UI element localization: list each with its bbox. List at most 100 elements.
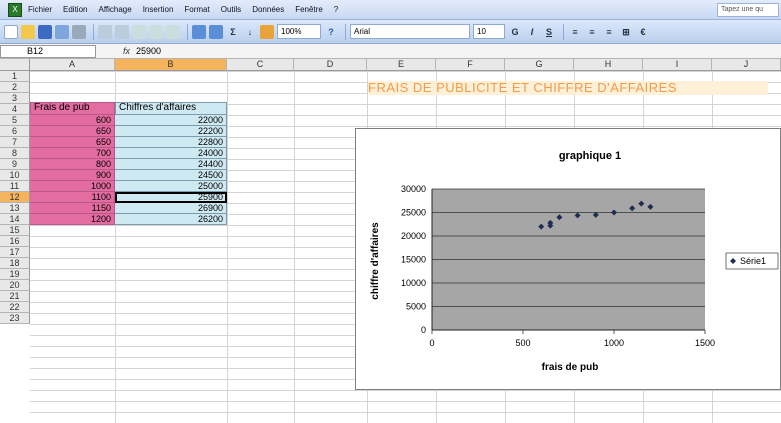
active-cell-b12[interactable]: 25900 xyxy=(115,192,227,203)
column-header-j[interactable]: J xyxy=(712,59,781,71)
cell-frais[interactable]: 1150 xyxy=(30,203,115,214)
excel-app-icon[interactable]: X xyxy=(8,2,22,17)
row-header-selected[interactable]: 12 xyxy=(0,192,30,203)
save-icon[interactable] xyxy=(38,24,52,39)
cell-frais[interactable]: 700 xyxy=(30,148,115,159)
font-size-select[interactable]: 10 xyxy=(473,24,505,39)
menu-help[interactable]: ? xyxy=(334,5,338,14)
row-header[interactable]: 10 xyxy=(0,170,30,181)
row-header[interactable]: 18 xyxy=(0,258,30,269)
cell-chiffre[interactable]: 22200 xyxy=(115,126,227,137)
font-name-select[interactable]: Arial xyxy=(350,24,470,39)
cell-frais[interactable]: 1200 xyxy=(30,214,115,225)
undo-icon[interactable] xyxy=(166,24,180,39)
menu-affichage[interactable]: Affichage xyxy=(98,5,131,14)
column-header-h[interactable]: H xyxy=(574,59,643,71)
copy-icon[interactable] xyxy=(149,24,163,39)
scatter-chart[interactable]: graphique 1 0500010000150002000025000300… xyxy=(356,129,781,391)
merge-center-icon[interactable]: ⊞ xyxy=(619,25,633,39)
column-header-g[interactable]: G xyxy=(505,59,574,71)
zoom-select[interactable]: 100% xyxy=(277,24,321,39)
cell-chiffre[interactable]: 22000 xyxy=(115,115,227,126)
chart-area[interactable]: graphique 1 0 5000 10000 15000 20000 25000 300… xyxy=(355,128,781,390)
sort-icon[interactable]: ↓ xyxy=(243,25,257,39)
cell-chiffre[interactable]: 24000 xyxy=(115,148,227,159)
row-header[interactable]: 13 xyxy=(0,203,30,214)
fx-icon[interactable]: fx xyxy=(96,46,136,56)
row-header[interactable]: 5 xyxy=(0,115,30,126)
row-header[interactable]: 8 xyxy=(0,148,30,159)
currency-icon[interactable]: € xyxy=(636,25,650,39)
cut-icon[interactable] xyxy=(132,24,146,39)
help-icon[interactable]: ? xyxy=(324,25,338,39)
chart-icon[interactable] xyxy=(260,24,274,39)
cell-frais[interactable]: 650 xyxy=(30,137,115,148)
menu-edition[interactable]: Edition xyxy=(63,5,87,14)
column-header-d[interactable]: D xyxy=(294,59,367,71)
align-right-icon[interactable]: ≡ xyxy=(602,25,616,39)
column-header-a[interactable]: A xyxy=(30,59,115,71)
row-header[interactable]: 15 xyxy=(0,225,30,236)
row-header[interactable]: 9 xyxy=(0,159,30,170)
sheet-title-cell[interactable]: FRAIS DE PUBLICITE ET CHIFFRE D'AFFAIRES xyxy=(368,81,768,95)
underline-button[interactable]: S xyxy=(542,25,556,39)
row-header[interactable]: 22 xyxy=(0,302,30,313)
cell-frais[interactable]: 1100 xyxy=(30,192,115,203)
legend[interactable]: Série1 xyxy=(725,252,779,270)
row-header[interactable]: 3 xyxy=(0,93,30,104)
permission-icon[interactable] xyxy=(55,24,69,39)
menu-format[interactable]: Format xyxy=(184,5,209,14)
cell-chiffre[interactable]: 26200 xyxy=(115,214,227,225)
row-header[interactable]: 19 xyxy=(0,269,30,280)
select-all-corner[interactable] xyxy=(0,59,30,71)
autosum-icon[interactable]: Σ xyxy=(226,25,240,39)
row-header[interactable]: 17 xyxy=(0,247,30,258)
email-icon[interactable] xyxy=(72,24,86,39)
menu-outils[interactable]: Outils xyxy=(221,5,241,14)
row-header[interactable]: 6 xyxy=(0,126,30,137)
column-header-e[interactable]: E xyxy=(367,59,436,71)
cell-frais[interactable]: 900 xyxy=(30,170,115,181)
menu-fichier[interactable]: Fichier xyxy=(28,5,52,14)
formula-input[interactable]: 25900 xyxy=(136,46,161,56)
row-header[interactable]: 21 xyxy=(0,291,30,302)
row-header[interactable]: 16 xyxy=(0,236,30,247)
print-preview-icon[interactable] xyxy=(115,24,129,39)
cell-chiffre[interactable]: 24400 xyxy=(115,159,227,170)
header-chiffres-affaires[interactable]: Chiffres d'affaires xyxy=(115,102,227,115)
cell-chiffre[interactable]: 22800 xyxy=(115,137,227,148)
row-header[interactable]: 11 xyxy=(0,181,30,192)
align-left-icon[interactable]: ≡ xyxy=(568,25,582,39)
row-header[interactable]: 2 xyxy=(0,82,30,93)
column-header-f[interactable]: F xyxy=(436,59,505,71)
cell-frais[interactable]: 600 xyxy=(30,115,115,126)
help-search-input[interactable]: Tapez une qu xyxy=(717,3,779,17)
new-document-icon[interactable] xyxy=(4,24,18,39)
align-center-icon[interactable]: ≡ xyxy=(585,25,599,39)
chart-wizard-icon[interactable] xyxy=(209,24,223,39)
menu-insertion[interactable]: Insertion xyxy=(143,5,174,14)
cell-chiffre[interactable]: 24500 xyxy=(115,170,227,181)
header-frais-de-pub[interactable]: Frais de pub xyxy=(30,102,115,115)
cell-frais[interactable]: 800 xyxy=(30,159,115,170)
column-header-i[interactable]: I xyxy=(643,59,712,71)
row-header[interactable]: 14 xyxy=(0,214,30,225)
italic-button[interactable]: I xyxy=(525,25,539,39)
cell-chiffre[interactable]: 26900 xyxy=(115,203,227,214)
open-folder-icon[interactable] xyxy=(21,24,35,39)
print-icon[interactable] xyxy=(98,24,112,39)
column-header-c[interactable]: C xyxy=(227,59,294,71)
menu-fenetre[interactable]: Fenêtre xyxy=(295,5,323,14)
cell-chiffre[interactable]: 25000 xyxy=(115,181,227,192)
hyperlink-icon[interactable] xyxy=(192,24,206,39)
menu-donnees[interactable]: Données xyxy=(252,5,284,14)
row-header[interactable]: 7 xyxy=(0,137,30,148)
row-header[interactable]: 23 xyxy=(0,313,30,324)
cell-frais[interactable]: 1000 xyxy=(30,181,115,192)
row-header[interactable]: 20 xyxy=(0,280,30,291)
name-box[interactable]: B12 xyxy=(0,44,96,58)
cell-frais[interactable]: 650 xyxy=(30,126,115,137)
bold-button[interactable]: G xyxy=(508,25,522,39)
column-header-b[interactable]: B xyxy=(115,59,227,71)
row-header[interactable]: 1 xyxy=(0,71,30,82)
